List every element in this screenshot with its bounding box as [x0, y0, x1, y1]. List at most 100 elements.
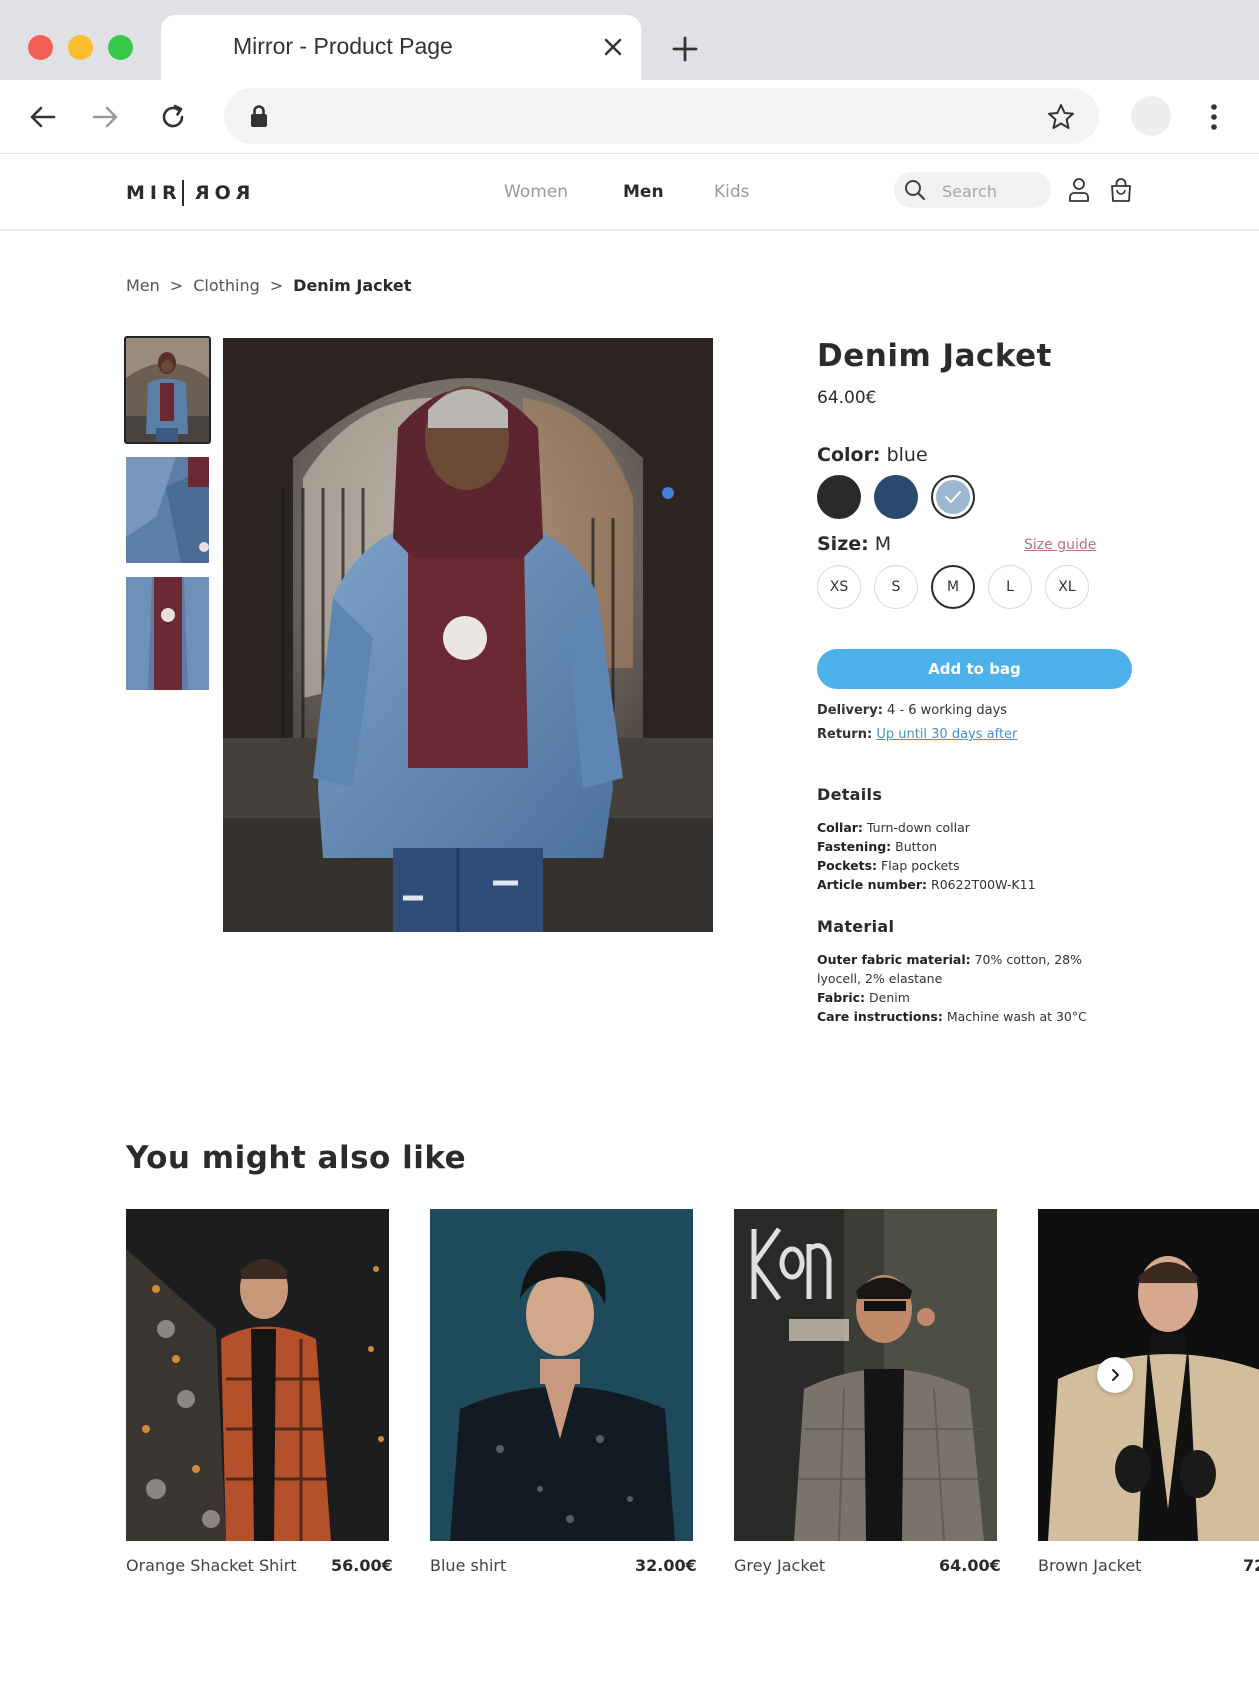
breadcrumb-clothing[interactable]: Clothing — [193, 276, 260, 295]
material-label: Care instructions: — [817, 1009, 943, 1024]
recommendation-image-4[interactable] — [1038, 1209, 1259, 1541]
product-thumbnail-1[interactable] — [124, 336, 211, 444]
plus-icon[interactable] — [672, 36, 698, 62]
nav-women[interactable]: Women — [504, 182, 568, 202]
forward-arrow-icon[interactable] — [90, 102, 120, 132]
recommendation-price-3: 64.00€ — [939, 1556, 1001, 1575]
return-label: Return: — [817, 727, 873, 742]
logo-text-right: ROR — [189, 182, 251, 204]
material-label: Outer fabric material: — [817, 952, 971, 967]
breadcrumb-current: Denim Jacket — [293, 276, 412, 295]
site-header: MIR ROR Women Men Kids — [0, 154, 1259, 231]
browser-tab-bar: Mirror - Product Page — [0, 0, 1259, 80]
color-label-key: Color: — [817, 444, 881, 466]
chevron-right-icon — [1112, 1369, 1119, 1381]
material-value: Machine wash at 30°C — [946, 1009, 1087, 1024]
material-label: Fabric: — [817, 990, 866, 1005]
recommendation-price-2: 32.00€ — [635, 1556, 697, 1575]
color-label: Color: blue — [817, 444, 928, 466]
close-icon[interactable] — [601, 35, 625, 59]
add-to-bag-button[interactable]: Add to bag — [817, 649, 1132, 689]
search-input[interactable] — [940, 178, 1044, 204]
breadcrumb-separator: > — [169, 276, 184, 295]
material-row: Outer fabric material: 70% cotton, 28% l… — [817, 950, 1117, 988]
recommendation-price-4: 72.00€ — [1243, 1556, 1259, 1575]
return-info: Return: Up until 30 days after — [817, 727, 1017, 742]
color-swatch-blue[interactable] — [931, 475, 975, 519]
recommendation-name-1[interactable]: Orange Shacket Shirt — [126, 1556, 297, 1575]
delivery-label: Delivery: — [817, 703, 883, 718]
back-arrow-icon[interactable] — [28, 102, 58, 132]
site-logo[interactable]: MIR ROR — [126, 180, 250, 206]
recommendation-name-4[interactable]: Brown Jacket — [1038, 1556, 1141, 1575]
recommendation-price-1: 56.00€ — [331, 1556, 393, 1575]
detail-label: Article number: — [817, 877, 928, 892]
recommendations-heading: You might also like — [126, 1140, 467, 1176]
tab-title: Mirror - Product Page — [233, 33, 453, 59]
details-list: Collar: Turn-down collar Fastening: Butt… — [817, 818, 1137, 894]
recommendation-image-1[interactable] — [126, 1209, 389, 1541]
material-row: Care instructions: Machine wash at 30°C — [817, 1007, 1117, 1026]
color-swatch-navy[interactable] — [874, 475, 918, 519]
nav-men[interactable]: Men — [623, 182, 664, 202]
shopping-bag-icon[interactable] — [1108, 176, 1134, 204]
detail-value: Turn-down collar — [866, 820, 970, 835]
size-guide-link[interactable]: Size guide — [1024, 537, 1096, 553]
minimize-window-button[interactable] — [68, 35, 93, 60]
size-option-xl[interactable]: XL — [1045, 565, 1089, 609]
search-icon[interactable] — [903, 178, 927, 202]
breadcrumb: Men > Clothing > Denim Jacket — [126, 276, 411, 295]
detail-row: Article number: R0622T00W-K11 — [817, 875, 1137, 894]
delivery-info: Delivery: 4 - 6 working days — [817, 703, 1007, 718]
detail-row: Collar: Turn-down collar — [817, 818, 1137, 837]
size-option-s[interactable]: S — [874, 565, 918, 609]
breadcrumb-men[interactable]: Men — [126, 276, 160, 295]
delivery-value: 4 - 6 working days — [887, 703, 1008, 718]
nav-kids[interactable]: Kids — [714, 182, 750, 202]
size-option-l[interactable]: L — [988, 565, 1032, 609]
material-value: Denim — [869, 990, 910, 1005]
recommendation-image-3[interactable] — [734, 1209, 997, 1541]
size-label: Size: M — [817, 533, 891, 555]
recommendation-name-2[interactable]: Blue shirt — [430, 1556, 506, 1575]
size-label-key: Size: — [817, 533, 869, 555]
address-bar[interactable] — [224, 88, 1099, 144]
detail-label: Pockets: — [817, 858, 878, 873]
recommendation-name-3[interactable]: Grey Jacket — [734, 1556, 825, 1575]
product-main-image[interactable] — [223, 338, 713, 932]
material-heading: Material — [817, 917, 895, 936]
logo-divider — [181, 180, 184, 206]
size-option-xs[interactable]: XS — [817, 565, 861, 609]
material-list: Outer fabric material: 70% cotton, 28% l… — [817, 950, 1117, 1026]
recommendation-image-2[interactable] — [430, 1209, 693, 1541]
details-heading: Details — [817, 785, 883, 804]
close-window-button[interactable] — [28, 35, 53, 60]
detail-row: Fastening: Button — [817, 837, 1137, 856]
checkmark-icon — [945, 491, 961, 503]
browser-toolbar — [0, 80, 1259, 154]
detail-value: Button — [895, 839, 938, 854]
user-icon[interactable] — [1066, 176, 1092, 204]
reload-icon[interactable] — [158, 102, 188, 132]
search-box[interactable] — [894, 172, 1051, 208]
size-option-m[interactable]: M — [931, 565, 975, 609]
lock-icon — [251, 105, 267, 127]
carousel-next-button[interactable] — [1097, 1357, 1133, 1393]
breadcrumb-separator: > — [269, 276, 284, 295]
product-thumbnail-3[interactable] — [126, 577, 209, 690]
return-policy-link[interactable]: Up until 30 days after — [876, 727, 1017, 742]
more-menu-icon[interactable] — [1206, 102, 1222, 132]
product-thumbnail-2[interactable] — [126, 457, 209, 563]
maximize-window-button[interactable] — [108, 35, 133, 60]
profile-avatar[interactable] — [1131, 96, 1171, 136]
detail-label: Collar: — [817, 820, 863, 835]
material-row: Fabric: Denim — [817, 988, 1117, 1007]
product-price: 64.00€ — [817, 388, 877, 408]
color-label-value: blue — [886, 444, 928, 466]
logo-text-left: MIR — [126, 182, 182, 204]
color-swatch-black[interactable] — [817, 475, 861, 519]
browser-tab[interactable]: Mirror - Product Page — [161, 15, 641, 80]
detail-label: Fastening: — [817, 839, 892, 854]
bookmark-star-icon[interactable] — [1046, 102, 1076, 132]
detail-value: R0622T00W-K11 — [931, 877, 1036, 892]
